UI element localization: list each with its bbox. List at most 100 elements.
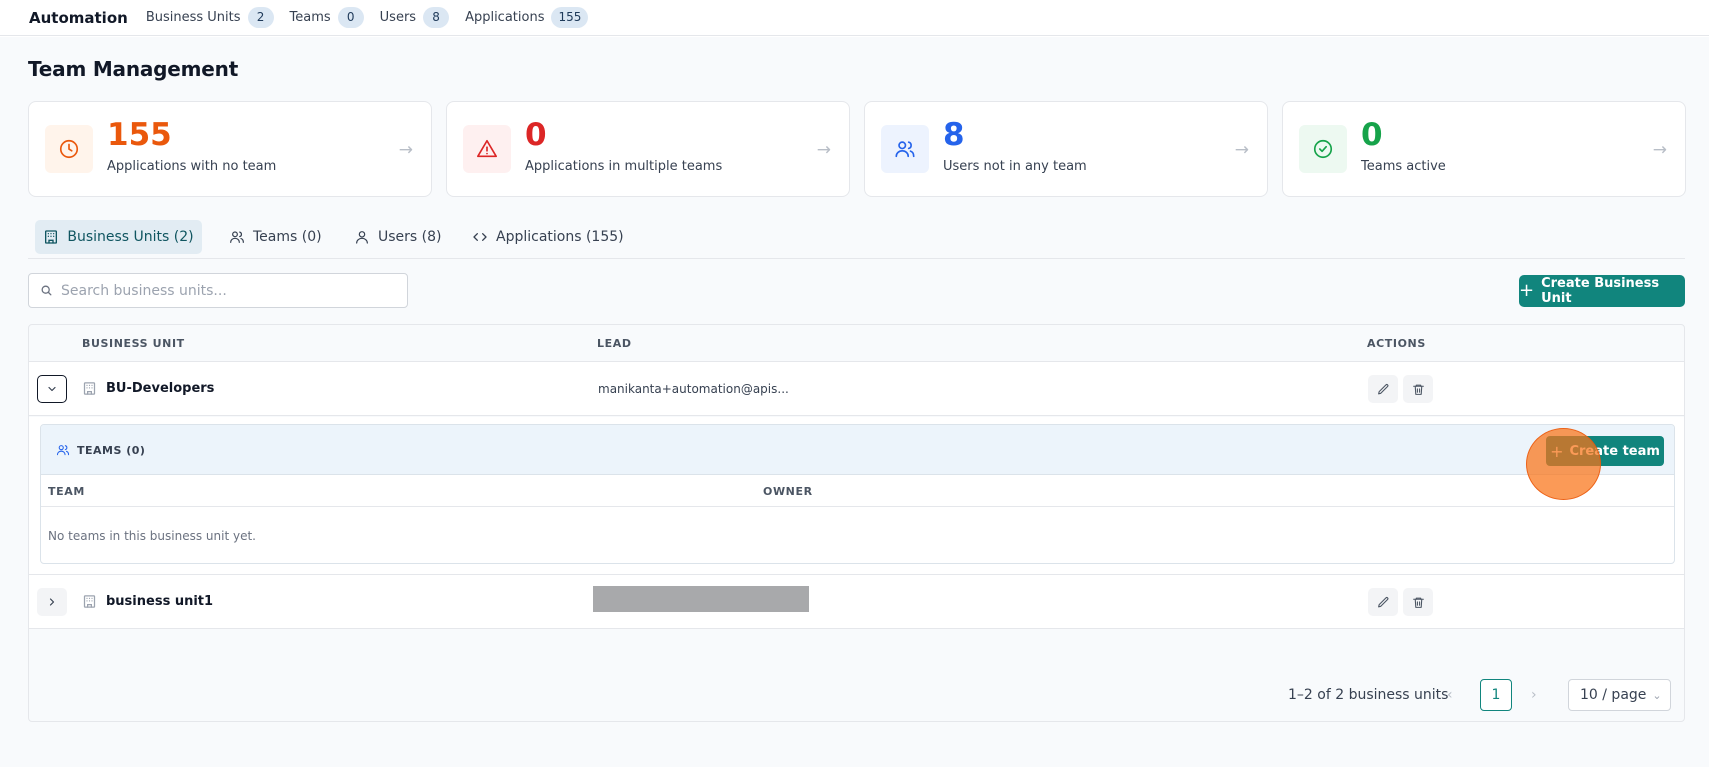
collapse-row-button[interactable] <box>37 375 67 403</box>
search-box <box>28 273 408 308</box>
create-team-button[interactable]: + Create team <box>1546 436 1664 466</box>
tab-label: Applications (155) <box>496 229 624 245</box>
nav-label: Teams <box>289 10 331 25</box>
table-row: BU-Developers manikanta+automation@apis.… <box>29 362 1684 416</box>
teams-table-header: TEAM OWNER <box>41 475 1674 507</box>
count-badge: 155 <box>551 7 589 28</box>
button-label: Create team <box>1569 443 1660 459</box>
trash-icon <box>1412 384 1424 395</box>
count-badge: 2 <box>247 7 274 28</box>
expand-row-button[interactable] <box>37 588 67 616</box>
clock-icon <box>45 125 93 173</box>
business-unit-name[interactable]: business unit1 <box>106 594 213 609</box>
app-brand[interactable]: Automation <box>29 9 128 27</box>
search-input[interactable] <box>61 282 381 299</box>
users-icon <box>881 125 929 173</box>
table-row: business unit1 <box>29 575 1684 629</box>
stat-card-teams-active[interactable]: 0 Teams active → <box>1282 101 1686 197</box>
pencil-icon <box>1377 596 1388 607</box>
page-number-button[interactable]: 1 <box>1480 679 1512 711</box>
count-badge: 0 <box>337 7 364 28</box>
empty-state-message: No teams in this business unit yet. <box>48 529 256 543</box>
nav-label: Applications <box>465 10 545 25</box>
chevron-down-icon <box>48 386 56 392</box>
tab-applications[interactable]: Applications (155) <box>464 220 632 254</box>
previous-page-button[interactable]: ‹ <box>1447 687 1453 703</box>
stat-card-users-no-team[interactable]: 8 Users not in any team → <box>864 101 1268 197</box>
tab-label: Business Units (2) <box>67 229 194 245</box>
plus-icon: + <box>1519 280 1535 301</box>
table-header: BUSINESS UNIT LEAD ACTIONS <box>29 325 1684 362</box>
main-content: Team Management 155 Applications with no… <box>0 37 1719 767</box>
delete-button[interactable] <box>1403 588 1433 616</box>
stat-card-multi-team-apps[interactable]: 0 Applications in multiple teams → <box>446 101 850 197</box>
create-business-unit-button[interactable]: + Create Business Unit <box>1519 275 1685 307</box>
delete-button[interactable] <box>1403 375 1433 403</box>
stat-label: Applications with no team <box>107 159 277 174</box>
tab-users[interactable]: Users (8) <box>346 220 450 254</box>
pagination-summary: 1–2 of 2 business units <box>1288 687 1449 703</box>
nav-users[interactable]: Users 8 <box>379 7 450 28</box>
arrow-right-icon: → <box>1234 140 1249 160</box>
arrow-right-icon: → <box>816 140 831 160</box>
stat-value: 0 <box>1361 117 1383 153</box>
users-icon <box>230 231 244 243</box>
tab-teams[interactable]: Teams (0) <box>221 220 330 254</box>
teams-panel-title: TEAMS (0) <box>77 443 146 457</box>
building-icon <box>82 381 97 400</box>
edit-button[interactable] <box>1368 375 1398 403</box>
teams-panel: TEAMS (0) + Create team TEAM OWNER No te… <box>40 424 1675 564</box>
expanded-row-panel: TEAMS (0) + Create team TEAM OWNER No te… <box>29 417 1684 575</box>
check-circle-icon <box>1299 125 1347 173</box>
scrollbar[interactable] <box>1709 0 1719 767</box>
stat-value: 8 <box>943 117 965 153</box>
top-nav: Automation Business Units 2 Teams 0 Users 8… <box>0 0 1719 36</box>
tab-label: Users (8) <box>378 229 442 245</box>
user-icon <box>356 231 368 244</box>
chevron-down-icon: ⌄ <box>1652 688 1662 702</box>
column-header-team[interactable]: TEAM <box>48 485 85 498</box>
page-title: Team Management <box>28 57 239 81</box>
tab-business-units[interactable]: Business Units (2) <box>35 220 202 254</box>
building-icon <box>82 594 97 613</box>
stat-value: 155 <box>107 117 172 153</box>
nav-label: Users <box>379 10 417 25</box>
count-badge: 8 <box>423 7 450 28</box>
stat-label: Applications in multiple teams <box>525 159 723 174</box>
search-icon <box>41 285 52 296</box>
pencil-icon <box>1377 383 1388 394</box>
column-header-actions: ACTIONS <box>1367 337 1426 350</box>
nav-business-units[interactable]: Business Units 2 <box>146 7 274 28</box>
stat-label: Teams active <box>1361 159 1446 174</box>
page-size-value: 10 / page <box>1580 687 1647 703</box>
stat-value: 0 <box>525 117 547 153</box>
redacted-lead-block <box>593 586 809 612</box>
stat-card-unassigned-apps[interactable]: 155 Applications with no team → <box>28 101 432 197</box>
tab-bar: Business Units (2) Teams (0) Users (8) A… <box>28 219 1685 259</box>
column-header-business-unit[interactable]: BUSINESS UNIT <box>82 337 185 350</box>
nav-applications[interactable]: Applications 155 <box>465 7 589 28</box>
nav-teams[interactable]: Teams 0 <box>290 7 364 28</box>
next-page-button[interactable]: › <box>1531 687 1537 703</box>
edit-button[interactable] <box>1368 588 1398 616</box>
business-units-table: BUSINESS UNIT LEAD ACTIONS BU-Developers… <box>28 324 1685 722</box>
teams-panel-header: TEAMS (0) + Create team <box>41 425 1674 475</box>
column-header-owner[interactable]: OWNER <box>763 485 813 498</box>
tab-label: Teams (0) <box>253 229 322 245</box>
alert-triangle-icon <box>463 125 511 173</box>
column-header-lead[interactable]: LEAD <box>597 337 632 350</box>
code-icon <box>473 233 487 241</box>
plus-icon: + <box>1550 441 1564 461</box>
lead-email: manikanta+automation@apis... <box>598 382 789 396</box>
nav-label: Business Units <box>145 10 241 25</box>
page-size-select[interactable]: 10 / page ⌄ <box>1568 679 1671 711</box>
arrow-right-icon: → <box>1652 140 1667 160</box>
button-label: Create Business Unit <box>1541 276 1660 306</box>
business-unit-name[interactable]: BU-Developers <box>106 381 214 396</box>
stat-label: Users not in any team <box>943 159 1087 174</box>
building-icon <box>45 230 58 244</box>
arrow-right-icon: → <box>398 140 413 160</box>
chevron-right-icon <box>49 598 55 606</box>
users-icon <box>56 445 70 456</box>
trash-icon <box>1412 597 1424 608</box>
